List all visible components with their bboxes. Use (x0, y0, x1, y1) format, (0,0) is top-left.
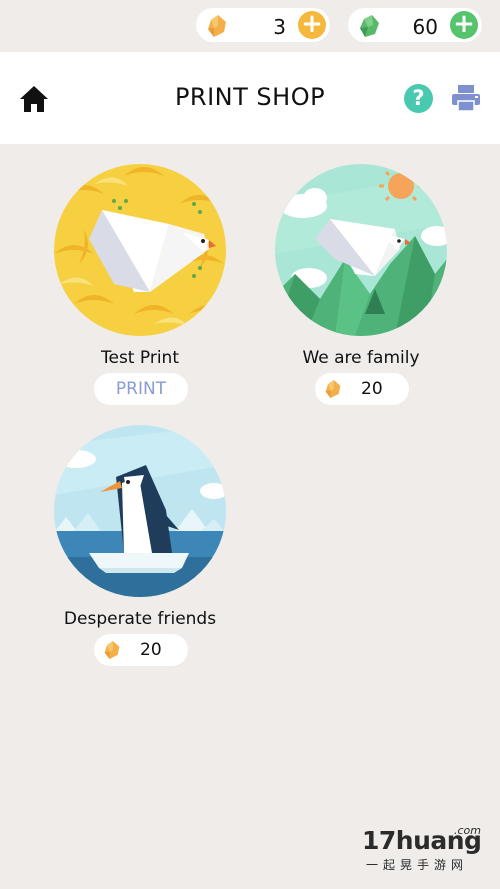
watermark-tagline: 一起晃手游网 (366, 858, 469, 872)
print-card-test-print[interactable]: Test Print PRINT (42, 164, 232, 409)
app-header: PRINT SHOP ? (0, 52, 500, 144)
price-value: 20 (140, 640, 162, 660)
price-value: 20 (361, 379, 383, 399)
print-title: We are family (302, 348, 420, 368)
gem-currency-counter: 60 + (348, 8, 482, 42)
print-card-desperate-friends[interactable]: Desperate friends 20 (42, 425, 232, 670)
watermark-tld: .com (454, 824, 481, 837)
orange-leaf-gem-icon (324, 379, 342, 403)
artwork-bird-forest-thumbnail[interactable] (275, 164, 447, 336)
leaf-currency-counter: 3 + (196, 8, 330, 42)
green-gem-icon (358, 14, 380, 42)
price-badge[interactable]: 20 (315, 373, 409, 405)
leaf-currency-value: 3 (273, 15, 286, 39)
printer-icon[interactable] (451, 84, 481, 112)
print-card-we-are-family[interactable]: We are family 20 (263, 164, 453, 409)
add-gem-currency-button[interactable]: + (450, 11, 478, 39)
artwork-bird-banana-thumbnail[interactable] (54, 164, 226, 336)
print-title: Test Print (101, 348, 179, 368)
print-button[interactable]: PRINT (94, 373, 188, 405)
price-badge[interactable]: 20 (94, 634, 188, 666)
add-leaf-currency-button[interactable]: + (298, 11, 326, 39)
currency-bar: 3 + 60 + (0, 0, 500, 52)
gem-currency-value: 60 (412, 15, 438, 39)
print-title: Desperate friends (63, 609, 217, 629)
artwork-penguin-thumbnail[interactable] (54, 425, 226, 597)
site-watermark: 17huang .com 一起晃手游网 (362, 824, 482, 876)
orange-leaf-gem-icon (206, 14, 228, 42)
orange-leaf-gem-icon (103, 640, 121, 664)
help-icon[interactable]: ? (404, 84, 433, 113)
